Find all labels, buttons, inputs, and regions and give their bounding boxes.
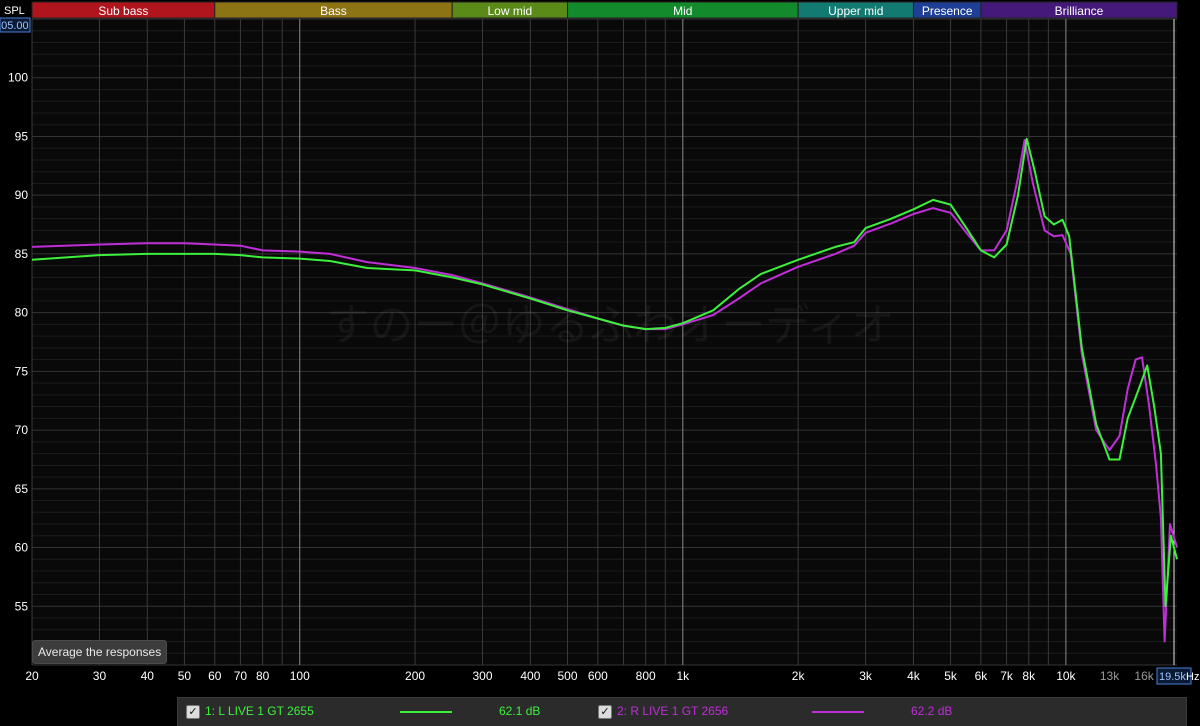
- x-tick-label: 40: [141, 669, 155, 683]
- y-tick-label: 100: [8, 71, 28, 85]
- band-brilliance: Brilliance: [980, 1, 1178, 19]
- x-tick-label: 200: [405, 669, 425, 683]
- band-bass: Bass: [214, 1, 453, 19]
- y-tick-label: 85: [15, 247, 29, 261]
- y-tick-label: 60: [15, 541, 29, 555]
- band-low-mid: Low mid: [451, 1, 569, 19]
- x-tick-label: 60: [208, 669, 222, 683]
- y-tick-label: 55: [15, 599, 29, 613]
- legend: ✓ 1: L LIVE 1 GT 2655 62.1 dB ✓ 2: R LIV…: [177, 697, 1187, 726]
- y-tick-label: 80: [15, 306, 29, 320]
- y-tick-label: 75: [15, 364, 29, 378]
- x-tick-label: 800: [636, 669, 656, 683]
- legend-item-right[interactable]: ✓ 2: R LIVE 1 GT 2656 62.2 dB: [590, 698, 1010, 726]
- x-tick-label: 3k: [859, 669, 873, 683]
- y-top-readout[interactable]: 105.00: [0, 17, 31, 33]
- y-axis-ticks: 55 60 65 70 75 80 85 90 95 100: [8, 71, 28, 614]
- band-label: Mid: [673, 4, 692, 18]
- band-label: Sub bass: [98, 4, 148, 18]
- x-tick-label: 5k: [944, 669, 958, 683]
- x-unit-suffix: Hz: [1186, 671, 1199, 683]
- x-end-readout-value: 19.5k: [1159, 671, 1186, 683]
- y-tick-label: 95: [15, 129, 29, 143]
- x-tick-label: 6k: [975, 669, 989, 683]
- legend-level-right: 62.2 dB: [911, 704, 953, 718]
- band-header: Sub bass Bass Low mid Mid Upper mid Presence B…: [31, 1, 1178, 19]
- x-tick-label: 4k: [907, 669, 921, 683]
- x-tick-label: 70: [234, 669, 248, 683]
- x-tick-label: 500: [557, 669, 577, 683]
- band-label: Brilliance: [1055, 4, 1104, 18]
- x-tick-label: 7k: [1000, 669, 1014, 683]
- band-label: Upper mid: [828, 4, 883, 18]
- x-tick-label: 300: [473, 669, 493, 683]
- x-tick-label: 1k: [676, 669, 690, 683]
- x-tick-label: 600: [588, 669, 608, 683]
- y-tick-label: 65: [15, 482, 29, 496]
- legend-line-right: [812, 711, 864, 713]
- legend-line-left: [400, 711, 452, 713]
- watermark: すのー＠ゆるふわオーディオ: [326, 301, 895, 350]
- legend-level-left: 62.1 dB: [499, 704, 541, 718]
- x-tick-label: 2k: [792, 669, 806, 683]
- average-responses-button[interactable]: Average the responses: [32, 640, 168, 664]
- band-upper-mid: Upper mid: [797, 1, 914, 19]
- x-tick-label: 16k: [1134, 669, 1154, 683]
- band-label: Bass: [320, 4, 347, 18]
- legend-item-left[interactable]: ✓ 1: L LIVE 1 GT 2655 62.1 dB: [178, 698, 598, 726]
- band-sub-bass: Sub bass: [31, 1, 216, 19]
- x-tick-label: 80: [256, 669, 270, 683]
- x-tick-label: 50: [178, 669, 192, 683]
- band-presence: Presence: [912, 1, 982, 19]
- x-tick-label: 30: [93, 669, 107, 683]
- x-tick-label: 13k: [1100, 669, 1120, 683]
- x-tick-label: 8k: [1022, 669, 1036, 683]
- band-label: Low mid: [488, 4, 533, 18]
- x-tick-label: 10k: [1056, 669, 1076, 683]
- band-mid: Mid: [567, 1, 799, 19]
- y-tick-label: 90: [15, 188, 29, 202]
- legend-label-left: 1: L LIVE 1 GT 2655: [205, 704, 314, 718]
- frequency-response-chart[interactable]: Sub bass Bass Low mid Mid Upper mid Presence B…: [0, 0, 1200, 697]
- checkbox-left[interactable]: ✓: [186, 705, 200, 719]
- y-axis-label: SPL: [4, 5, 25, 17]
- legend-label-right: 2: R LIVE 1 GT 2656: [617, 704, 729, 718]
- checkbox-right[interactable]: ✓: [598, 705, 612, 719]
- band-label: Presence: [922, 4, 973, 18]
- x-tick-label: 20: [25, 669, 39, 683]
- x-tick-label: 400: [520, 669, 540, 683]
- x-axis-ticks: 20 30 40 50 60 70 80 100 200 300 400 500 600 800 1k 2k 3…: [25, 669, 1154, 683]
- y-tick-label: 70: [15, 423, 29, 437]
- x-tick-label: 100: [290, 669, 310, 683]
- x-end-readout[interactable]: 19.5k Hz: [1156, 667, 1199, 685]
- y-top-readout-value: 105.00: [0, 20, 29, 32]
